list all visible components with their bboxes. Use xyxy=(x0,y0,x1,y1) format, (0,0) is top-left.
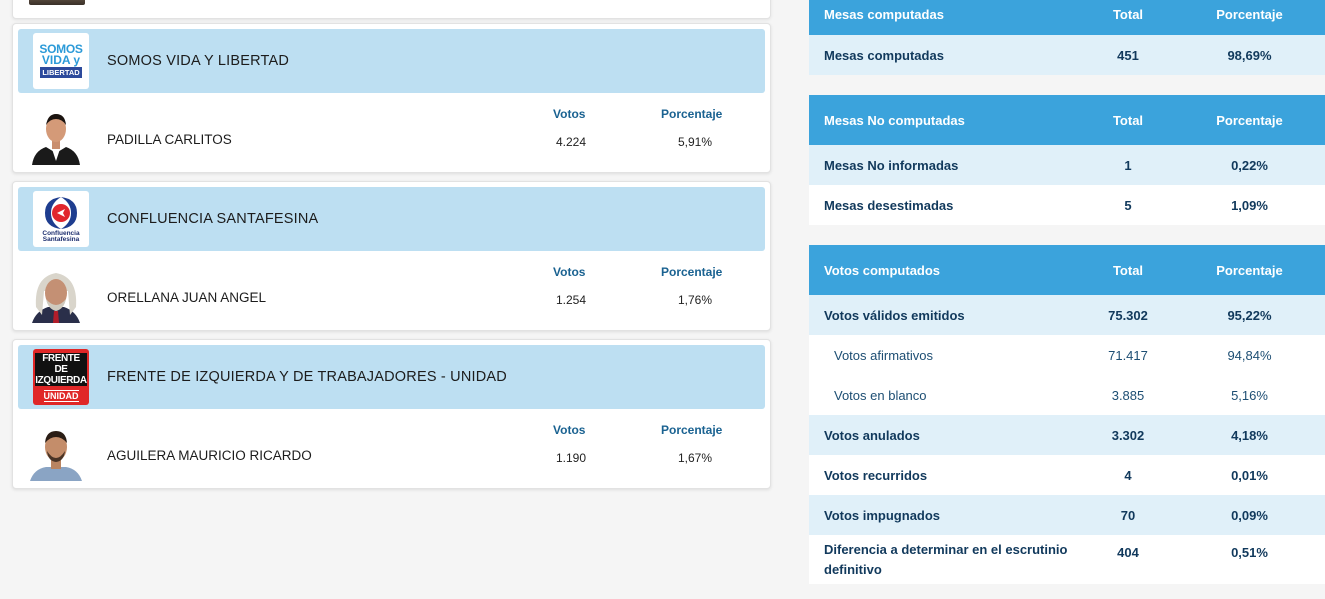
table-row: Diferencia a determinar en el escrutinio… xyxy=(809,535,1325,584)
table-row: Votos anulados 3.302 4,18% xyxy=(809,415,1325,455)
votes-value: 1.190 xyxy=(555,451,587,465)
candidate-row: ORELLANA JUAN ANGEL Votos Porcentaje 1.2… xyxy=(13,257,770,329)
candidate-photo xyxy=(28,425,84,481)
candidate-name: AGUILERA MAURICIO RICARDO xyxy=(107,448,312,463)
previous-candidate-card xyxy=(12,0,771,19)
votes-value: 4.224 xyxy=(555,135,587,149)
party-logo: FRENTE DE IZQUIERDA UNIDAD xyxy=(33,349,89,405)
table-header: Mesas computadas Total Porcentaje xyxy=(809,0,1325,35)
candidate-name: ORELLANA JUAN ANGEL xyxy=(107,290,267,305)
table-row: Votos afirmativos 71.417 94,84% xyxy=(809,335,1325,375)
mesas-computadas-table: Mesas computadas Total Porcentaje Mesas … xyxy=(809,0,1325,75)
percentage-header: Porcentaje xyxy=(661,265,723,279)
candidate-name: PADILLA CARLITOS xyxy=(107,132,232,147)
table-header: Votos computados Total Porcentaje xyxy=(809,245,1325,295)
avatar xyxy=(29,0,85,5)
candidate-row: PADILLA CARLITOS Votos Porcentaje 4.224 … xyxy=(13,99,770,171)
votes-header: Votos xyxy=(553,423,586,437)
party-name: SOMOS VIDA Y LIBERTAD xyxy=(107,53,290,69)
table-row: Mesas desestimadas 5 1,09% xyxy=(809,185,1325,225)
party-header: FRENTE DE IZQUIERDA UNIDAD FRENTE DE IZQ… xyxy=(18,345,765,409)
table-row: Votos impugnados 70 0,09% xyxy=(809,495,1325,535)
percentage-value: 1,76% xyxy=(677,293,713,307)
votes-value: 1.254 xyxy=(555,293,587,307)
party-name: FRENTE DE IZQUIERDA Y DE TRABAJADORES - … xyxy=(107,369,507,385)
party-header: Confluencia Santafesina CONFLUENCIA SANT… xyxy=(18,187,765,251)
percentage-header: Porcentaje xyxy=(661,107,723,121)
party-logo: Confluencia Santafesina xyxy=(33,191,89,247)
confluencia-logo-icon xyxy=(45,197,77,229)
votes-header: Votos xyxy=(553,265,586,279)
votos-computados-table: Votos computados Total Porcentaje Votos … xyxy=(809,245,1325,584)
candidate-photo xyxy=(28,267,84,323)
table-row: Mesas No informadas 1 0,22% xyxy=(809,145,1325,185)
table-row: Votos válidos emitidos 75.302 95,22% xyxy=(809,295,1325,335)
percentage-header: Porcentaje xyxy=(661,423,723,437)
party-logo: SOMOS VIDA y LIBERTAD xyxy=(33,33,89,89)
party-header: SOMOS VIDA y LIBERTAD SOMOS VIDA Y LIBER… xyxy=(18,29,765,93)
candidate-row: AGUILERA MAURICIO RICARDO Votos Porcenta… xyxy=(13,415,770,487)
table-row: Mesas computadas 451 98,69% xyxy=(809,35,1325,75)
party-card: FRENTE DE IZQUIERDA UNIDAD FRENTE DE IZQ… xyxy=(12,339,771,489)
party-name: CONFLUENCIA SANTAFESINA xyxy=(107,211,319,227)
mesas-no-computadas-table: Mesas No computadas Total Porcentaje Mes… xyxy=(809,95,1325,225)
table-header: Mesas No computadas Total Porcentaje xyxy=(809,95,1325,145)
table-row: Votos en blanco 3.885 5,16% xyxy=(809,375,1325,415)
votes-header: Votos xyxy=(553,107,586,121)
percentage-value: 5,91% xyxy=(677,135,713,149)
table-row: Votos recurridos 4 0,01% xyxy=(809,455,1325,495)
party-card: SOMOS VIDA y LIBERTAD SOMOS VIDA Y LIBER… xyxy=(12,23,771,173)
candidate-photo xyxy=(28,109,84,165)
percentage-value: 1,67% xyxy=(677,451,713,465)
party-card: Confluencia Santafesina CONFLUENCIA SANT… xyxy=(12,181,771,331)
